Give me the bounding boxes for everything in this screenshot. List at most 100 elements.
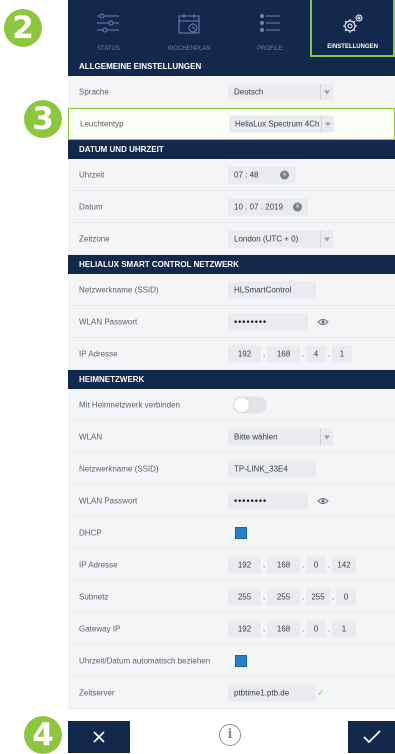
- timeserver-value: ptbtime1.ptb.de: [234, 688, 290, 697]
- language-value: Deutsch: [234, 87, 264, 96]
- section-general-header: ALLGEMEINE EINSTELLUNGEN: [68, 57, 395, 76]
- smart-ip-octet-4[interactable]: 1: [332, 345, 352, 362]
- row-home-connect: Mit Heimnetzwerk verbinden: [68, 389, 395, 421]
- bottom-action-bar: i: [68, 721, 395, 753]
- row-light-type: Leuchtentyp HeliaLux Spectrum 4Ch: [68, 108, 395, 140]
- confirm-button[interactable]: [348, 721, 395, 753]
- date-value: 10 . 07 . 2019: [234, 202, 283, 211]
- chevron-down-icon: [321, 115, 334, 133]
- language-select[interactable]: Deutsch: [228, 83, 333, 100]
- smart-ip-octet-1[interactable]: 192: [228, 345, 261, 362]
- subnet-octet-3[interactable]: 255: [306, 588, 330, 605]
- row-home-wlan: WLAN Bitte wählen: [68, 421, 395, 453]
- row-home-auto-time: Uhrzeit/Datum automatisch beziehen: [68, 645, 395, 677]
- row-smart-ssid: Netzwerkname (SSID) HLSmartControl: [68, 274, 395, 306]
- home-password-label: WLAN Passwort: [79, 496, 138, 505]
- home-dhcp-label: DHCP: [79, 528, 102, 537]
- home-wlan-select[interactable]: Bitte wählen: [228, 428, 333, 445]
- tab-status[interactable]: STATUS: [68, 0, 149, 57]
- ip-separator: .: [332, 592, 335, 601]
- light-type-label: Leuchtentyp: [80, 119, 124, 129]
- tab-label: WOCHENPLAN: [167, 46, 211, 52]
- smart-password-label: WLAN Passwort: [79, 317, 138, 326]
- row-home-dhcp: DHCP: [68, 517, 395, 549]
- clear-icon[interactable]: ×: [280, 170, 289, 179]
- calendar-icon: [178, 14, 200, 34]
- section-datetime-header: DATUM UND UHRZEIT: [68, 140, 395, 159]
- home-password-input[interactable]: ••••••••: [228, 492, 308, 509]
- chevron-down-icon: [320, 83, 333, 100]
- tab-profile[interactable]: PROFILE: [230, 0, 311, 57]
- home-ip-octet-2[interactable]: 168: [267, 556, 300, 573]
- light-type-value: HeliaLux Spectrum 4Ch: [235, 119, 320, 129]
- gateway-octet-3[interactable]: 0: [306, 620, 326, 637]
- ip-separator: .: [263, 624, 266, 633]
- row-language: Sprache Deutsch: [68, 76, 395, 108]
- smart-ssid-input[interactable]: HLSmartControl: [228, 281, 316, 298]
- home-gateway-label: Gateway IP: [79, 624, 121, 633]
- list-icon: [259, 14, 280, 32]
- timezone-value: London (UTC + 0): [234, 234, 299, 243]
- gateway-octet-4[interactable]: 1: [332, 620, 356, 637]
- auto-time-checkbox[interactable]: [235, 654, 247, 667]
- smart-ip-octet-2[interactable]: 168: [267, 345, 300, 362]
- ip-separator: .: [302, 592, 305, 601]
- tab-einstellungen[interactable]: EINSTELLUNGEN: [310, 0, 395, 57]
- ip-separator: .: [302, 624, 305, 633]
- date-input[interactable]: 10 . 07 . 2019 ×: [228, 198, 308, 215]
- chevron-down-icon: [320, 428, 333, 445]
- tab-wochenplan[interactable]: WOCHENPLAN: [149, 0, 230, 57]
- dhcp-checkbox[interactable]: [235, 526, 247, 539]
- smart-password-input[interactable]: ••••••••: [228, 313, 308, 330]
- smart-ssid-label: Netzwerkname (SSID): [79, 285, 159, 294]
- ip-separator: .: [302, 349, 305, 358]
- home-password-value: ••••••••: [234, 495, 268, 505]
- chevron-down-icon: [320, 230, 333, 247]
- smart-ip-octet-3[interactable]: 4: [306, 345, 326, 362]
- home-ip-label: IP Adresse: [79, 560, 118, 569]
- home-ip-octet-4[interactable]: 142: [332, 556, 356, 573]
- ip-separator: .: [263, 349, 266, 358]
- gateway-octet-2[interactable]: 168: [267, 620, 300, 637]
- row-timezone: Zeitzone London (UTC + 0): [68, 223, 395, 255]
- home-wlan-value: Bitte wählen: [234, 432, 278, 441]
- home-ip-octet-1[interactable]: 192: [228, 556, 261, 573]
- section-home-header: HEIMNETZWERK: [68, 370, 395, 389]
- gateway-octet-1[interactable]: 192: [228, 620, 261, 637]
- timeserver-input[interactable]: ptbtime1.ptb.de: [228, 684, 316, 701]
- row-time: Uhrzeit 07 : 48 ×: [68, 159, 395, 191]
- callout-4: 4: [24, 716, 62, 754]
- top-navigation: STATUS WOCHENPLAN PROFILE EINSTELLUNGEN: [68, 0, 395, 57]
- home-ssid-input[interactable]: TP-LINK_33E4: [228, 460, 316, 477]
- eye-icon[interactable]: [317, 497, 329, 505]
- sliders-icon: [97, 13, 120, 33]
- tab-label: STATUS: [96, 46, 120, 52]
- smart-password-value: ••••••••: [234, 316, 268, 326]
- clear-icon[interactable]: ×: [293, 202, 302, 211]
- subnet-octet-4[interactable]: 0: [336, 588, 356, 605]
- info-button[interactable]: i: [219, 724, 241, 746]
- callout-2: 2: [4, 9, 42, 47]
- timezone-label: Zeitzone: [79, 234, 110, 243]
- eye-icon[interactable]: [317, 318, 329, 326]
- timeserver-label: Zeitserver: [79, 688, 115, 697]
- subnet-octet-1[interactable]: 255: [228, 588, 261, 605]
- date-label: Datum: [79, 202, 103, 211]
- home-ip-octet-3[interactable]: 0: [306, 556, 326, 573]
- close-icon: [93, 731, 105, 743]
- home-connect-toggle[interactable]: [233, 396, 267, 413]
- language-label: Sprache: [79, 87, 109, 96]
- row-smart-ip: IP Adresse 192 . 168 . 4 . 1: [68, 338, 395, 370]
- light-type-select[interactable]: HeliaLux Spectrum 4Ch: [229, 115, 334, 133]
- subnet-octet-2[interactable]: 255: [267, 588, 300, 605]
- tab-label: EINSTELLUNGEN: [327, 44, 378, 50]
- callout-3: 3: [24, 100, 62, 138]
- ip-separator: .: [328, 624, 331, 633]
- cancel-button[interactable]: [68, 721, 130, 753]
- section-smart-header: HELIALUX SMART CONTROL NETZWERK: [68, 255, 395, 274]
- timezone-select[interactable]: London (UTC + 0): [228, 230, 333, 247]
- ip-separator: .: [328, 349, 331, 358]
- time-input[interactable]: 07 : 48 ×: [228, 166, 296, 183]
- ip-separator: .: [302, 560, 305, 569]
- row-date: Datum 10 . 07 . 2019 ×: [68, 191, 395, 223]
